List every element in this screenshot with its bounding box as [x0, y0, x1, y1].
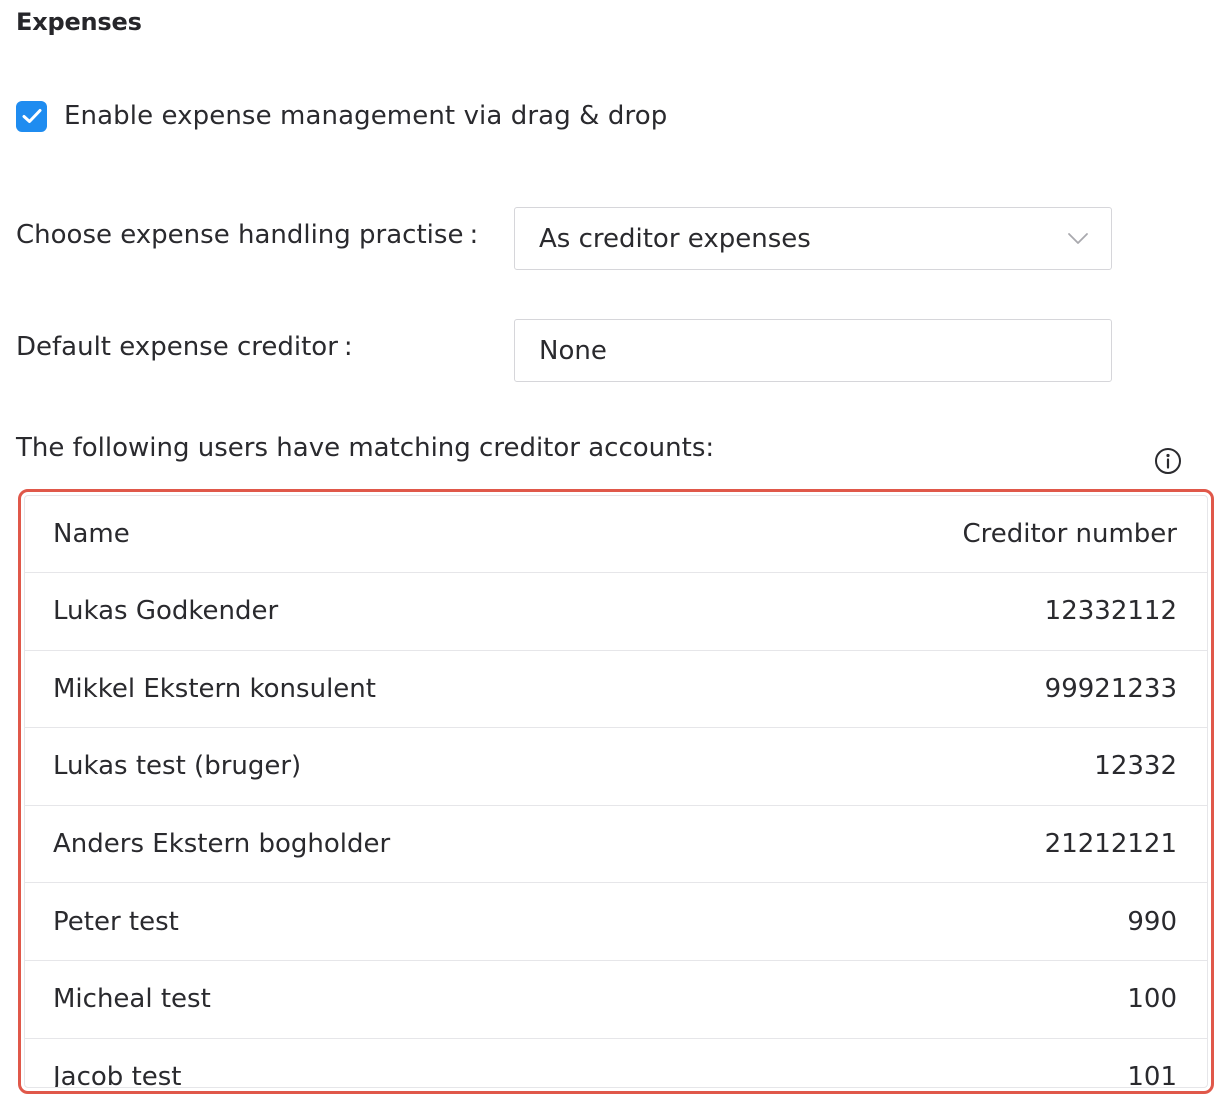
default-creditor-label: Default expense creditor: [16, 332, 353, 362]
user-name-cell: Mikkel Ekstern konsulent [53, 673, 376, 704]
matching-users-table: Name Creditor number Lukas Godkender 123… [18, 489, 1214, 1094]
creditor-number-cell: 100 [1127, 984, 1177, 1015]
creditor-number-cell: 12332112 [1044, 596, 1177, 627]
user-name-cell: Anders Ekstern bogholder [53, 829, 391, 860]
creditor-number-cell: 99921233 [1044, 673, 1177, 704]
user-name-cell: Lukas test (bruger) [53, 751, 302, 782]
section-title: Expenses [16, 8, 142, 36]
handling-practise-value: As creditor expenses [539, 223, 811, 254]
handling-practise-label: Choose expense handling practise: [16, 220, 479, 250]
table-header-row: Name Creditor number [25, 496, 1207, 573]
handling-practise-select[interactable]: As creditor expenses [514, 207, 1112, 270]
default-creditor-value: None [539, 335, 607, 366]
user-name-cell: Jacob test [53, 1061, 182, 1088]
table-row[interactable]: Micheal test 100 [25, 961, 1207, 1039]
enable-drag-drop-row[interactable]: Enable expense management via drag & dro… [16, 98, 667, 134]
creditor-number-cell: 990 [1127, 906, 1177, 937]
table-row[interactable]: Anders Ekstern bogholder 21212121 [25, 806, 1207, 884]
table-row[interactable]: Mikkel Ekstern konsulent 99921233 [25, 651, 1207, 729]
checkmark-icon [22, 109, 41, 123]
enable-drag-drop-checkbox[interactable] [16, 100, 47, 132]
table-row[interactable]: Lukas test (bruger) 12332 [25, 728, 1207, 806]
creditor-number-cell: 21212121 [1044, 829, 1177, 860]
table-row[interactable]: Jacob test 101 [25, 1039, 1207, 1088]
table-row[interactable]: Lukas Godkender 12332112 [25, 573, 1207, 651]
matching-users-intro: The following users have matching credit… [16, 433, 715, 463]
info-icon[interactable] [1153, 446, 1183, 476]
default-creditor-field[interactable]: None [514, 319, 1112, 382]
enable-drag-drop-label: Enable expense management via drag & dro… [64, 101, 668, 131]
user-name-cell: Lukas Godkender [53, 596, 279, 627]
column-header-name[interactable]: Name [53, 519, 130, 549]
column-header-creditor-number[interactable]: Creditor number [962, 519, 1177, 549]
creditor-number-cell: 101 [1127, 1061, 1177, 1088]
user-name-cell: Micheal test [53, 984, 211, 1015]
creditor-number-cell: 12332 [1094, 751, 1177, 782]
matching-users-table-body: Name Creditor number Lukas Godkender 123… [24, 495, 1208, 1088]
user-name-cell: Peter test [53, 906, 179, 937]
chevron-down-icon [1067, 232, 1089, 246]
table-row[interactable]: Peter test 990 [25, 883, 1207, 961]
